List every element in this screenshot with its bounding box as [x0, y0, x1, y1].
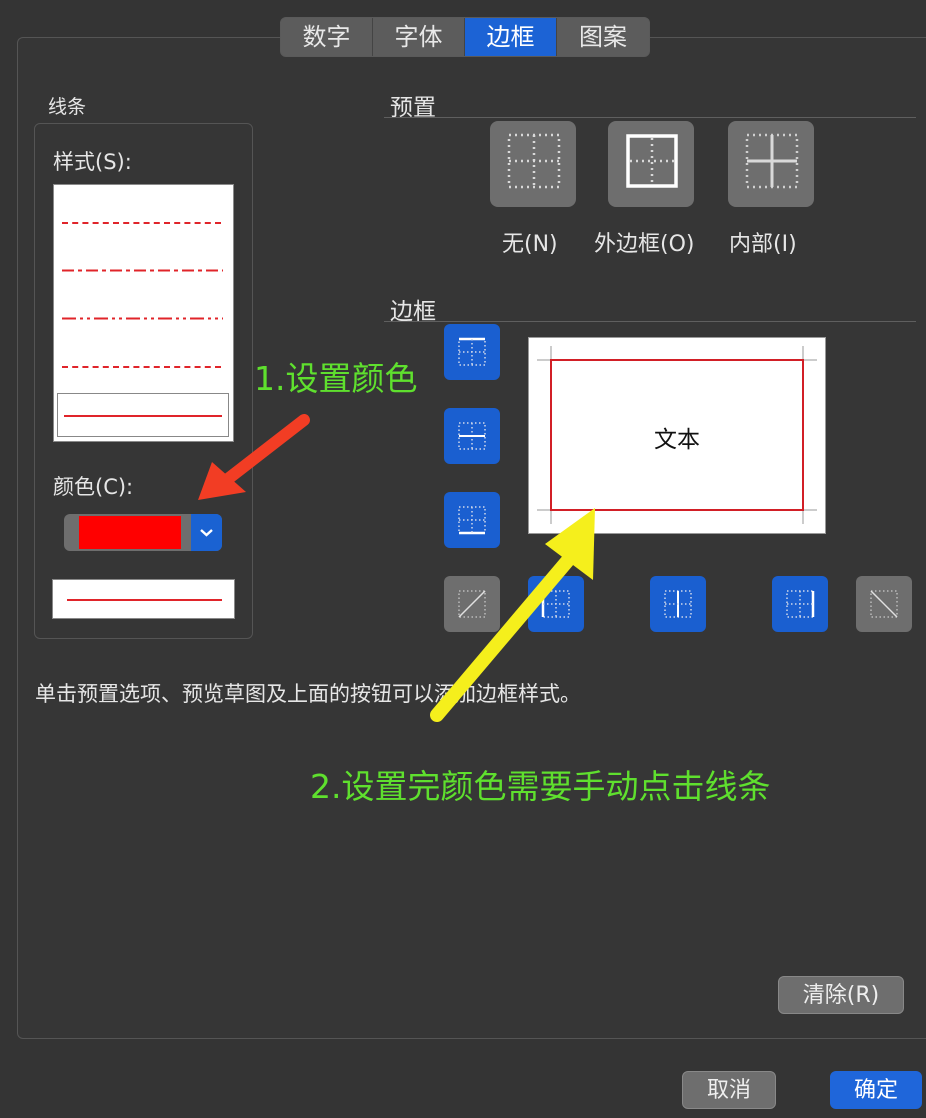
border-inside-icon — [745, 133, 799, 189]
style-label: 样式(S): — [53, 150, 132, 174]
border-none-icon — [507, 133, 561, 189]
border-inside-vertical-icon — [664, 590, 692, 618]
chevron-down-icon[interactable] — [191, 514, 222, 551]
preview-text: 文本 — [654, 427, 700, 453]
border-separator — [384, 321, 916, 322]
border-right-button[interactable] — [772, 576, 828, 632]
yellow-arrow-icon — [430, 508, 595, 722]
annotation-step1: 1.设置颜色 — [254, 359, 418, 398]
border-outline-icon — [626, 134, 678, 188]
cancel-button[interactable]: 取消 — [682, 1071, 776, 1109]
border-top-icon — [458, 337, 486, 366]
tab-border[interactable]: 边框 — [465, 18, 557, 56]
tab-font[interactable]: 字体 — [373, 18, 465, 56]
color-picker[interactable] — [64, 514, 222, 551]
clear-button[interactable]: 清除(R) — [778, 976, 904, 1014]
diagonal-down-icon — [870, 590, 898, 618]
ok-button[interactable]: 确定 — [830, 1071, 922, 1109]
preset-outline-label: 外边框(O) — [594, 232, 695, 257]
preset-none-label: 无(N) — [502, 232, 558, 257]
border-inside-vertical-button[interactable] — [650, 576, 706, 632]
line-preview — [52, 579, 235, 619]
border-diagonal-down-button[interactable] — [856, 576, 912, 632]
border-right-icon — [786, 590, 815, 618]
preset-outline-button[interactable] — [608, 121, 694, 207]
preset-inside-label: 内部(I) — [729, 232, 797, 257]
red-arrow-icon — [198, 414, 310, 500]
color-label: 颜色(C): — [53, 475, 134, 499]
preset-inside-button[interactable] — [728, 121, 814, 207]
line-preview-sample — [67, 599, 222, 601]
preset-none-button[interactable] — [490, 121, 576, 207]
line-style-list[interactable] — [53, 184, 234, 442]
color-swatch — [79, 516, 181, 549]
tab-number[interactable]: 数字 — [281, 18, 373, 56]
annotation-step2: 2.设置完颜色需要手动点击线条 — [310, 767, 771, 806]
line-style-short-dash[interactable] — [62, 366, 221, 368]
border-inside-horizontal-button[interactable] — [444, 408, 500, 464]
tab-pattern[interactable]: 图案 — [557, 18, 649, 56]
line-section-title: 线条 — [48, 96, 87, 118]
border-inside-horizontal-icon — [458, 422, 486, 450]
tab-bar: 数字 字体 边框 图案 — [280, 17, 650, 57]
preset-separator — [384, 117, 916, 118]
border-top-button[interactable] — [444, 324, 500, 380]
line-style-dashed[interactable] — [62, 222, 221, 224]
